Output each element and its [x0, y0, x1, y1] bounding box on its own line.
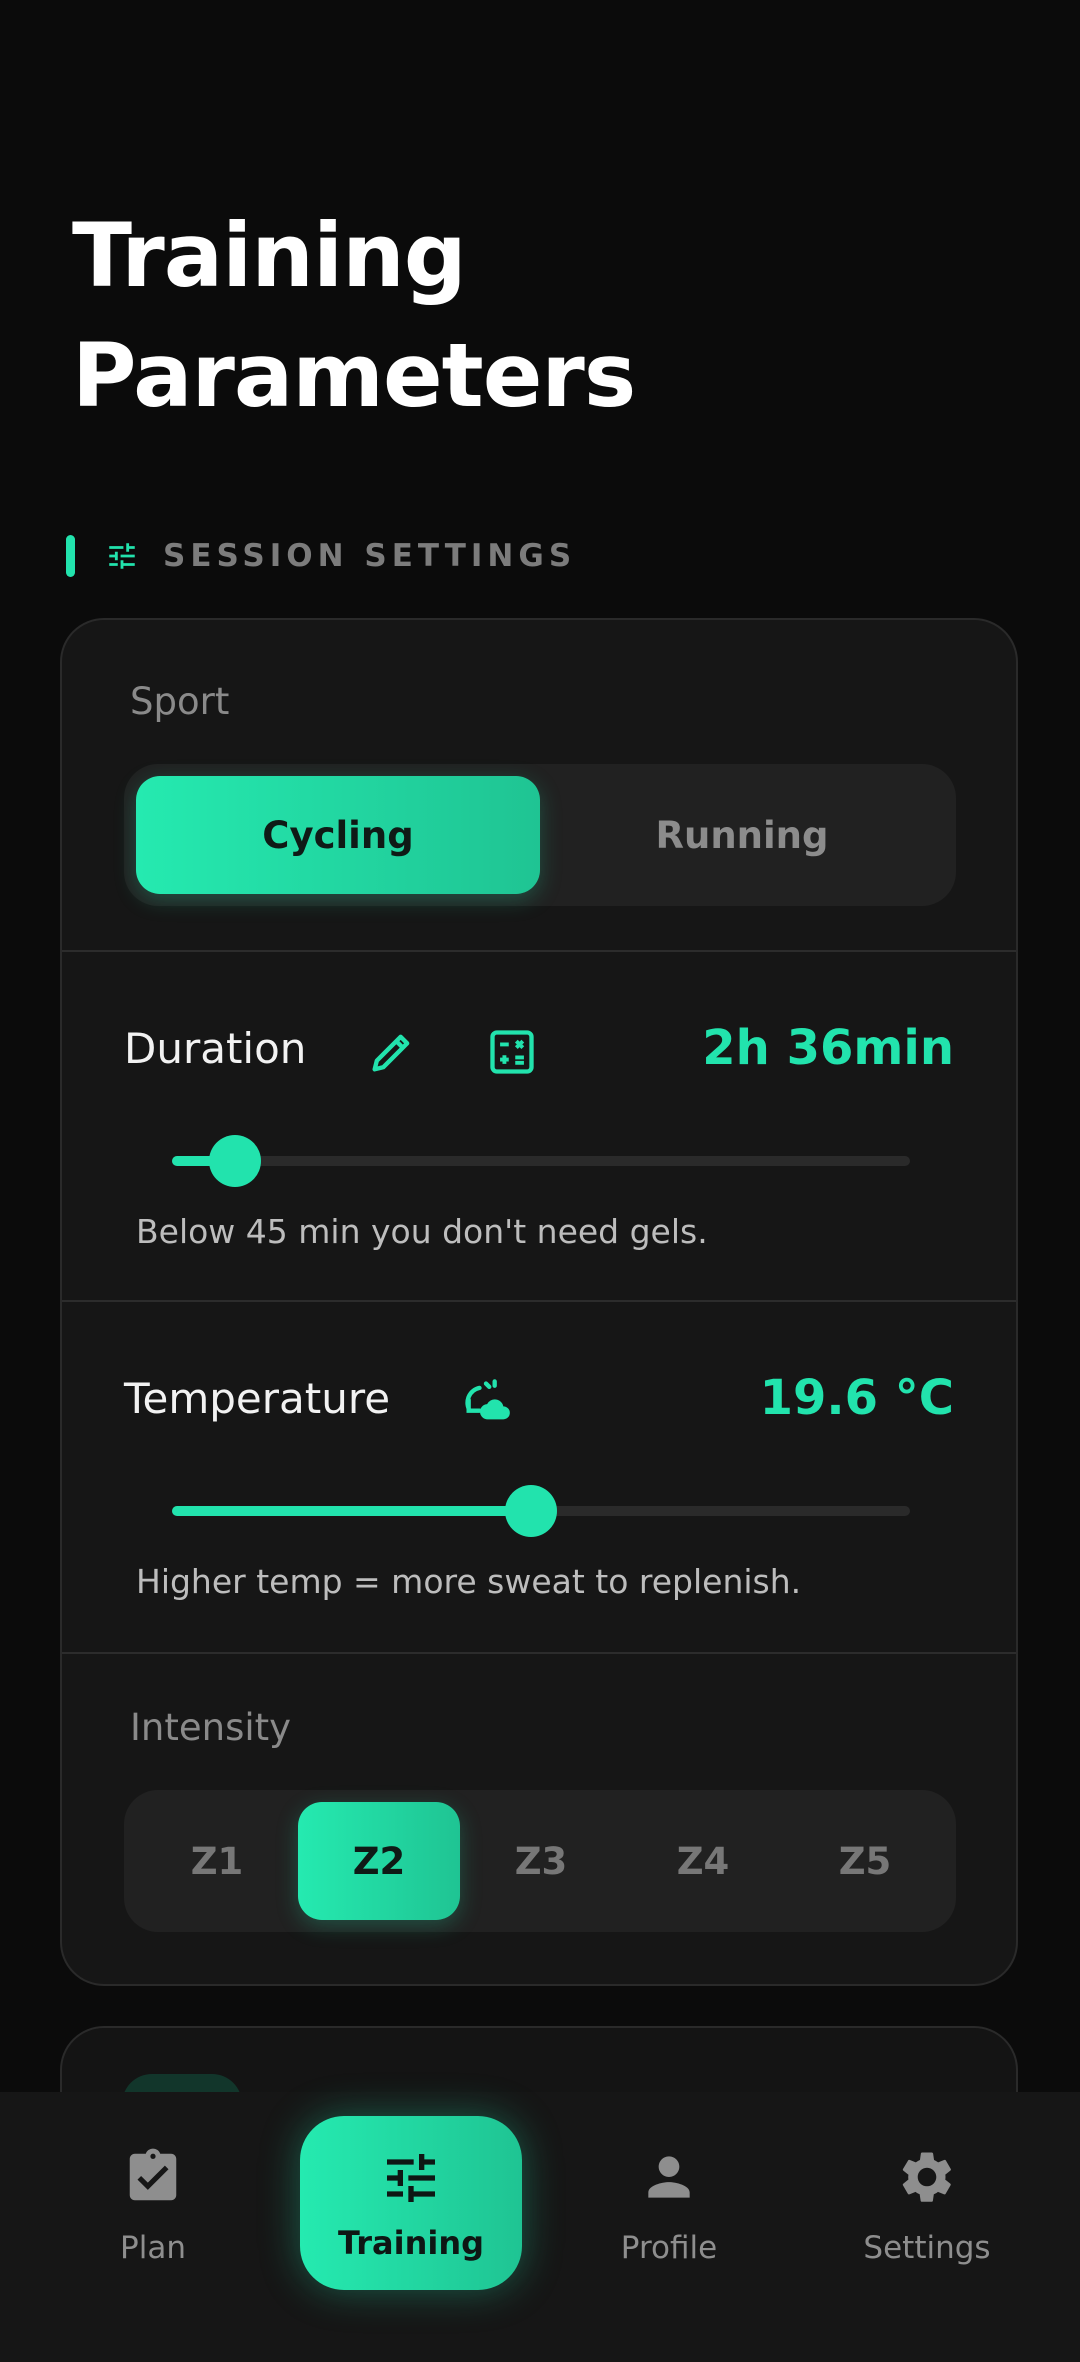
duration-slider[interactable]	[172, 1135, 910, 1187]
zone-z3[interactable]: Z3	[460, 1802, 622, 1920]
nav-plan[interactable]: Plan	[48, 2092, 258, 2362]
zone-z4[interactable]: Z4	[622, 1802, 784, 1920]
duration-hint: Below 45 min you don't need gels.	[136, 1212, 708, 1251]
intensity-label: Intensity	[130, 1706, 292, 1749]
sliders-icon	[109, 543, 135, 569]
section-header: SESSION SETTINGS	[66, 534, 576, 578]
page-title: Training Parameters	[72, 196, 972, 436]
intensity-zone-selector: Z1 Z2 Z3 Z4 Z5	[124, 1790, 956, 1932]
session-settings-card: Sport Cycling Running Duration 2h 36min …	[60, 618, 1018, 1986]
weather-sync-icon[interactable]	[460, 1376, 512, 1428]
nav-settings-label: Settings	[863, 2230, 991, 2266]
sliders-icon	[387, 2154, 435, 2202]
duration-label: Duration	[124, 1024, 307, 1073]
sport-label: Sport	[130, 680, 230, 723]
nav-settings[interactable]: Settings	[822, 2092, 1032, 2362]
duration-value: 2h 36min	[702, 1020, 954, 1076]
nav-training[interactable]: Training	[300, 2116, 522, 2290]
temperature-slider-thumb[interactable]	[505, 1485, 558, 1537]
sport-option-running[interactable]: Running	[540, 776, 944, 894]
temperature-value: 19.6 °C	[759, 1370, 954, 1426]
clipboard-check-icon	[129, 2148, 177, 2201]
nav-profile[interactable]: Profile	[564, 2092, 774, 2362]
sport-segmented-control: Cycling Running	[124, 764, 956, 906]
divider	[62, 950, 1016, 952]
section-label: SESSION SETTINGS	[163, 538, 577, 574]
temperature-slider[interactable]	[172, 1485, 910, 1537]
temperature-hint: Higher temp = more sweat to replenish.	[136, 1562, 802, 1601]
sport-option-cycling[interactable]: Cycling	[136, 776, 540, 894]
nav-training-label: Training	[337, 2224, 485, 2262]
bottom-nav: Plan Profile Settings	[0, 2092, 1080, 2362]
zone-z5[interactable]: Z5	[784, 1802, 946, 1920]
divider	[62, 1652, 1016, 1654]
calculator-icon[interactable]	[486, 1026, 538, 1078]
section-accent-bar	[66, 535, 75, 577]
pencil-icon[interactable]	[366, 1026, 418, 1078]
person-icon	[648, 2156, 690, 2198]
duration-slider-thumb[interactable]	[208, 1135, 261, 1187]
divider	[62, 1300, 1016, 1302]
gear-icon	[902, 2152, 951, 2202]
zone-z2[interactable]: Z2	[298, 1802, 460, 1920]
nav-profile-label: Profile	[620, 2230, 718, 2266]
temperature-label: Temperature	[124, 1374, 391, 1423]
temperature-slider-fill	[172, 1506, 532, 1516]
page-title-line1: Training	[72, 204, 467, 307]
zone-z1[interactable]: Z1	[136, 1802, 298, 1920]
page-title-line2: Parameters	[72, 324, 636, 427]
nav-plan-label: Plan	[120, 2230, 186, 2266]
